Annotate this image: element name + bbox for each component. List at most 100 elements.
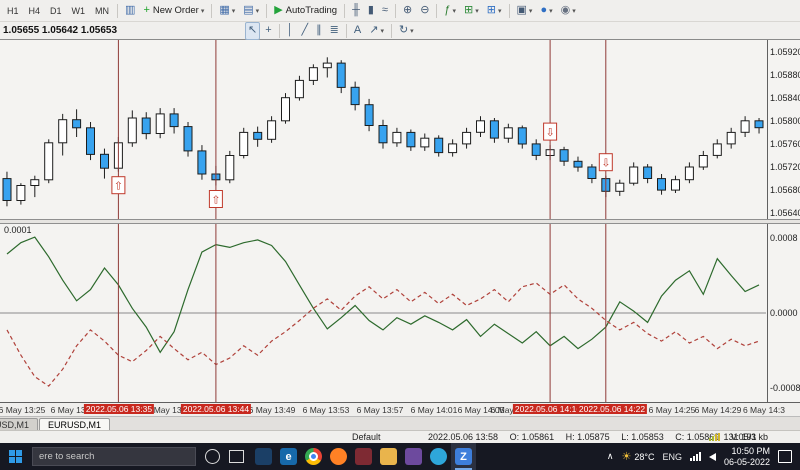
candle-body	[364, 104, 374, 126]
candles-chart-icon[interactable]: ▮	[365, 2, 377, 20]
new-order-button[interactable]: + New Order ▾	[140, 2, 207, 20]
arrows-tool-icon[interactable]: ↗ ▾	[366, 22, 387, 40]
candle-body	[308, 67, 318, 81]
dropdown-caret-icon: ▾	[380, 27, 384, 35]
telegram-icon[interactable]	[426, 443, 451, 470]
app-icon-purple-glyph	[405, 448, 422, 465]
bars-chart-icon[interactable]: ╫	[349, 2, 363, 20]
timeframe-button-h4[interactable]: H4	[25, 3, 45, 19]
app-icon-maroon[interactable]	[351, 443, 376, 470]
firefox-icon[interactable]	[326, 443, 351, 470]
time-label: 6 May 13:49	[248, 405, 296, 415]
indicator-panel[interactable]: 0.0001 0.0008 0.0000 -0.0008	[0, 224, 800, 402]
new-order-button-label: New Order	[152, 5, 199, 16]
cursor-tool-icon[interactable]: ↖	[245, 21, 261, 40]
candle-body	[712, 143, 722, 156]
folder-icon[interactable]	[376, 443, 401, 470]
connection-speed-label: 13105/3 kb	[723, 432, 768, 442]
language-indicator[interactable]: ENG	[662, 452, 682, 462]
price-axis[interactable]: 1.05920 1.05880 1.05840 1.05800 1.05760 1.057…	[767, 40, 800, 219]
cortana-icon[interactable]	[205, 449, 220, 464]
candle-body	[378, 125, 388, 144]
start-button[interactable]	[0, 443, 30, 470]
candle-body	[197, 150, 207, 175]
toolbar-separator	[344, 3, 346, 18]
chrome-icon[interactable]	[301, 443, 326, 470]
candle-body	[406, 131, 416, 148]
line-chart-icon[interactable]: ≈	[379, 2, 391, 20]
taskbar-clock[interactable]: 10:50 PM 06-05-2022	[724, 446, 770, 468]
new-chart-icon[interactable]: ▦ ▾	[216, 2, 238, 20]
bar-time-label: 2022.05.06 13:58	[428, 432, 499, 442]
kite-icon[interactable]: Z	[451, 443, 476, 470]
channel-tool-icon[interactable]: ∥	[313, 22, 325, 40]
volume-icon[interactable]	[708, 452, 716, 461]
candle-body	[684, 166, 694, 181]
profiles-icon[interactable]: ▤ ▾	[240, 2, 262, 20]
candle-body	[350, 86, 360, 106]
fibonacci-tool-icon[interactable]: ≣	[327, 22, 342, 40]
sun-icon: ☀	[621, 451, 632, 463]
vertical-line-tool-icon[interactable]: │	[284, 22, 297, 40]
candle-body	[657, 178, 666, 191]
fibonacci-tool-icon-glyph: ≣	[329, 24, 339, 36]
signal-arrow-down-icon[interactable]: ⇩	[601, 158, 610, 170]
app-icon-blue-dark[interactable]	[251, 443, 276, 470]
edge-icon[interactable]: e	[276, 443, 301, 470]
task-view-icon[interactable]	[229, 450, 244, 463]
action-center-icon[interactable]	[778, 450, 792, 463]
autotrading-button[interactable]: ▶ AutoTrading	[271, 2, 340, 20]
app-icon-maroon-glyph	[355, 448, 372, 465]
time-label: 10:50 PM	[731, 445, 770, 456]
candle-body	[127, 117, 137, 144]
indicator-axis[interactable]: 0.0008 0.0000 -0.0008	[767, 224, 800, 402]
profile-label[interactable]: Default	[352, 432, 381, 442]
zoom-in-icon[interactable]: ⊕	[400, 2, 415, 20]
price-chart-panel[interactable]: ⇧ ⇧ ⇩ ⇩ 1.05920 1.05880 1.05840 1.05800 1.05760…	[0, 40, 800, 219]
timeframe-button-w1[interactable]: W1	[68, 3, 90, 19]
candle-body	[2, 178, 12, 202]
grid-blue-icon[interactable]: ⊞ ▾	[484, 2, 505, 20]
dropdown-caret-icon: ▾	[475, 7, 479, 15]
channel-tool-icon-glyph: ∥	[316, 24, 322, 36]
signal-arrow-up-icon[interactable]: ⇧	[211, 195, 220, 207]
candle-body	[239, 131, 249, 157]
candles-chart-icon-glyph: ▮	[367, 4, 374, 16]
timeframe-button-d1[interactable]: D1	[46, 3, 66, 19]
candle-body	[698, 155, 708, 168]
app-icon-purple[interactable]	[401, 443, 426, 470]
candle-body	[336, 62, 346, 88]
time-label-highlight: 2022.05.06 13:35	[83, 404, 155, 414]
crosshair-tool-icon[interactable]: +	[262, 22, 274, 40]
signal-arrow-up-icon[interactable]: ⇧	[114, 181, 123, 193]
timeframe-button-mn[interactable]: MN	[91, 3, 113, 19]
hidden-icons-chevron[interactable]: ∧	[607, 451, 614, 462]
time-axis[interactable]: 6 May 13:25 6 May 13:29 2022.05.06 13:35 6 …	[0, 402, 800, 416]
grid-green-icon[interactable]: ⊞ ▾	[461, 2, 482, 20]
candle-body	[58, 119, 68, 144]
text-tool-icon[interactable]: A	[351, 22, 364, 40]
chart-window-icon[interactable]: ▥	[122, 2, 138, 20]
candle-body	[643, 166, 653, 179]
weather-widget[interactable]: ☀ 28°C	[621, 450, 654, 463]
indicators-icon[interactable]: ƒ ▾	[441, 2, 459, 20]
network-icon[interactable]	[689, 452, 701, 461]
trendline-tool-icon[interactable]: ╱	[299, 22, 312, 40]
price-axis-label: 1.05760	[770, 139, 800, 149]
cursor-tool-icon-glyph: ↖	[248, 24, 258, 36]
zoom-in-icon-glyph: ⊕	[402, 4, 413, 16]
help-icon[interactable]: ● ▾	[537, 2, 555, 20]
options-icon[interactable]: ◉ ▾	[558, 2, 579, 20]
signal-arrow-down-icon[interactable]: ⇩	[545, 127, 554, 139]
zoom-out-icon[interactable]: ⊖	[417, 2, 432, 20]
timeframe-button-h1[interactable]: H1	[3, 3, 23, 19]
price-axis-label: 1.05840	[770, 93, 800, 103]
search-input[interactable]	[32, 447, 196, 466]
windows-layout-icon[interactable]: ▣ ▾	[514, 2, 536, 20]
cycle-lines-tool-icon[interactable]: ↻ ▾	[396, 22, 417, 40]
candle-body	[155, 113, 165, 135]
time-label: 6 May 13:57	[356, 405, 404, 415]
desktop-screen: { "colors":{"candle_up":"#ffffff","candl…	[0, 0, 800, 470]
time-label: 6 May 14:25	[648, 405, 696, 415]
main-toolbar-icons: ▥ + New Order ▾ ▦ ▾ ▤ ▾ ▶ AutoTrading ╫ ▮ ≈ ⊕ ⊖ ƒ ▾ ⊞ ▾ ⊞ ▾ ▣…	[121, 2, 580, 20]
